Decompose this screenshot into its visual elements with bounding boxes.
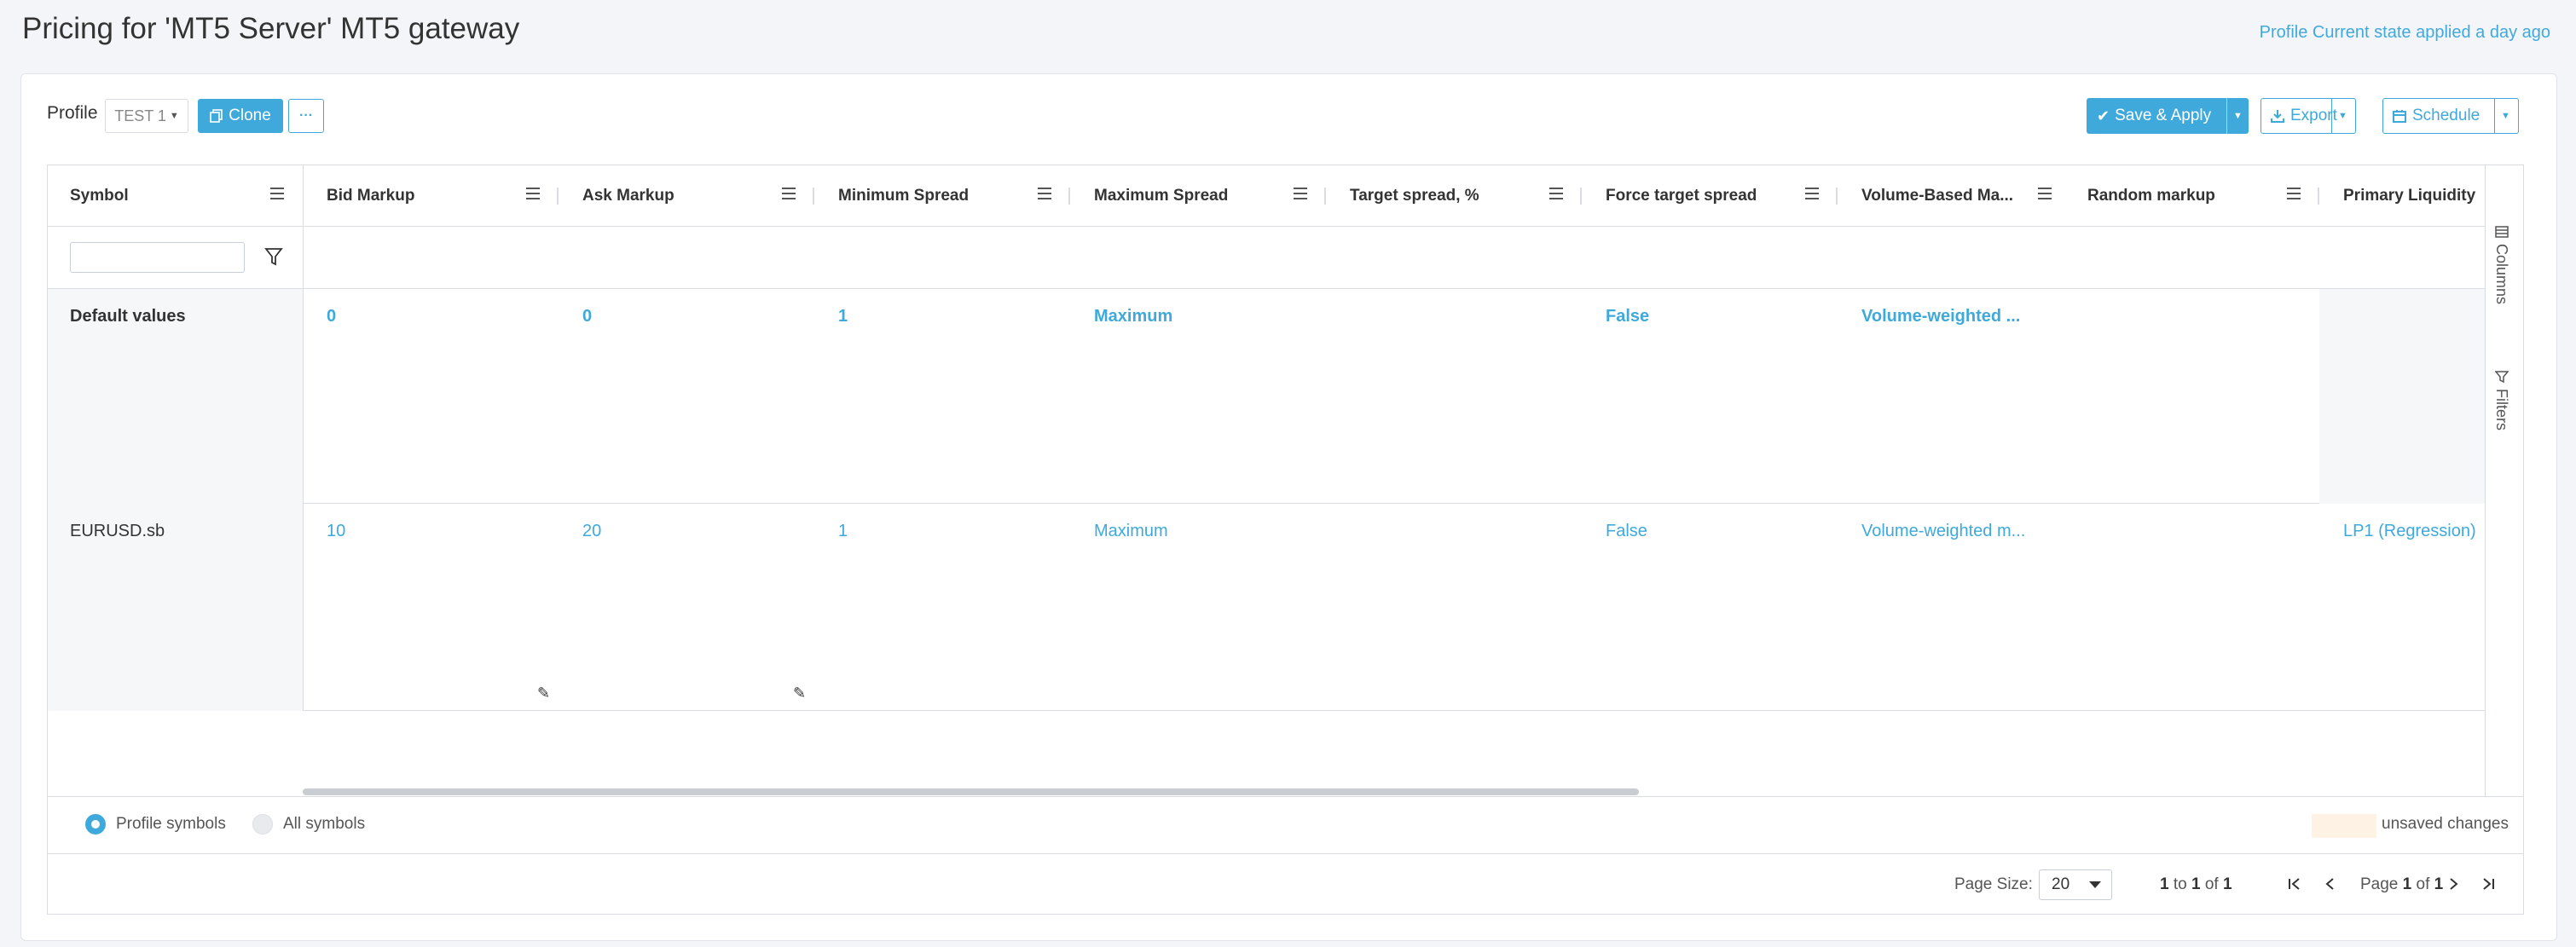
more-button[interactable]: ··· (288, 99, 324, 133)
default-volume-based-cell[interactable]: Volume-weighted ... (1861, 307, 2049, 326)
column-menu-icon[interactable] (1549, 188, 1563, 199)
col-header-target-spread[interactable]: Target spread, % (1326, 165, 1582, 227)
grid-filter-row (48, 227, 2486, 289)
last-page-icon[interactable] (2478, 872, 2500, 896)
save-apply-label: Save & Apply (2115, 107, 2212, 124)
page-title: Pricing for 'MT5 Server' MT5 gateway (22, 12, 520, 45)
primary-liquidity-cell[interactable]: LP1 (Regression) (2343, 522, 2486, 541)
funnel-icon[interactable] (264, 245, 283, 268)
col-header-bid-markup[interactable]: Bid Markup (303, 165, 559, 227)
previous-page-icon[interactable] (2319, 872, 2342, 896)
save-apply-dropdown-caret-icon[interactable]: ▼ (2233, 111, 2243, 121)
first-page-icon[interactable] (2283, 872, 2305, 896)
pricing-card: Profile TEST 1 ▼ Clone ··· ✔ Save & Appl… (20, 73, 2557, 941)
filters-label: Filters (2493, 389, 2510, 430)
page-indicator: Page 1 of 1 (2360, 875, 2444, 893)
col-header-minimum-spread[interactable]: Minimum Spread (814, 165, 1070, 227)
default-symbol-cell: Default values (70, 307, 186, 326)
profile-symbols-radio[interactable] (85, 814, 106, 834)
export-button[interactable]: Export ▼ (2261, 98, 2356, 134)
side-panel: Columns Filters (2485, 165, 2523, 796)
funnel-icon (2494, 371, 2509, 384)
column-menu-icon[interactable] (526, 188, 540, 199)
columns-label: Columns (2493, 244, 2510, 305)
column-menu-icon[interactable] (270, 188, 284, 199)
table-row: EURUSD.sb 10 ✎ 20 ✎ 1 Maximum False Volu… (48, 504, 2486, 711)
caret-down-icon: ▼ (169, 111, 179, 121)
horizontal-scrollbar[interactable] (303, 788, 1639, 795)
export-label: Export (2290, 107, 2337, 124)
col-header-ask-markup[interactable]: Ask Markup (559, 165, 814, 227)
export-dropdown-caret-icon[interactable]: ▼ (2338, 111, 2347, 121)
bid-markup-cell[interactable]: 10 (327, 522, 345, 541)
col-header-primary-liquidity[interactable]: Primary Liquidity (2319, 165, 2490, 227)
unsaved-legend-label: unsaved changes (2382, 815, 2509, 833)
column-menu-icon[interactable] (1805, 188, 1819, 199)
profile-symbols-label[interactable]: Profile symbols (116, 815, 226, 834)
profile-label: Profile (47, 103, 98, 123)
check-icon: ✔ (2097, 107, 2110, 124)
filters-tab[interactable]: Filters (2492, 370, 2510, 430)
default-ask-markup-cell[interactable]: 0 (582, 307, 592, 326)
default-force-target-cell[interactable]: False (1606, 307, 1649, 326)
row-range-summary: 1 to 1 of 1 (2160, 875, 2232, 893)
column-menu-icon[interactable] (1038, 188, 1051, 199)
pencil-icon[interactable]: ✎ (537, 684, 550, 702)
grid-header-row: Symbol Bid Markup Ask Markup Minimum Spr… (48, 165, 2486, 227)
column-menu-icon[interactable] (2287, 188, 2301, 199)
profile-status-link[interactable]: Profile Current state applied a day ago (2260, 23, 2550, 43)
col-header-random-markup[interactable]: Random markup (2064, 165, 2319, 227)
min-spread-cell[interactable]: 1 (838, 522, 848, 541)
symbol-cell: EURUSD.sb (70, 522, 165, 540)
copy-icon (210, 109, 223, 123)
page-size-select[interactable]: 20 (2039, 869, 2112, 900)
force-target-cell[interactable]: False (1606, 522, 1647, 541)
symbol-scope-bar: Profile symbols All symbols unsaved chan… (48, 796, 2523, 854)
col-header-force-target-spread[interactable]: Force target spread (1582, 165, 1838, 227)
save-apply-button[interactable]: ✔ Save & Apply ▼ (2087, 98, 2249, 134)
schedule-dropdown-caret-icon[interactable]: ▼ (2501, 111, 2510, 121)
schedule-label: Schedule (2412, 107, 2480, 124)
symbol-filter-input[interactable] (70, 242, 245, 273)
default-min-spread-cell[interactable]: 1 (838, 307, 848, 326)
pencil-icon[interactable]: ✎ (793, 684, 806, 702)
volume-based-cell[interactable]: Volume-weighted m... (1861, 522, 2049, 541)
default-bid-markup-cell[interactable]: 0 (327, 307, 336, 326)
clone-label: Clone (229, 107, 271, 124)
col-header-volume-based[interactable]: Volume-Based Ma... (1838, 165, 2064, 227)
column-menu-icon[interactable] (782, 188, 796, 199)
max-spread-cell[interactable]: Maximum (1094, 522, 1168, 541)
schedule-button[interactable]: Schedule ▼ (2382, 98, 2519, 134)
col-header-maximum-spread[interactable]: Maximum Spread (1070, 165, 1326, 227)
column-menu-icon[interactable] (1294, 188, 1307, 199)
default-max-spread-cell[interactable]: Maximum (1094, 307, 1172, 326)
clone-button[interactable]: Clone (198, 99, 283, 133)
page-size-label: Page Size: (1954, 875, 2033, 893)
col-header-symbol[interactable]: Symbol (48, 165, 303, 227)
pricing-grid: Symbol Bid Markup Ask Markup Minimum Spr… (47, 165, 2524, 915)
all-symbols-radio[interactable] (252, 814, 273, 834)
download-icon (2271, 110, 2284, 123)
profile-select-value: TEST 1 (114, 107, 166, 124)
pagination-bar: Page Size: 20 1 to 1 of 1 Page 1 of 1 (48, 854, 2523, 914)
columns-icon (2494, 226, 2509, 238)
default-values-row: Default values 0 0 1 Maximum False Volum… (48, 289, 2486, 504)
all-symbols-label[interactable]: All symbols (283, 815, 365, 834)
ask-markup-cell[interactable]: 20 (582, 522, 601, 541)
next-page-icon[interactable] (2442, 872, 2464, 896)
unsaved-legend-swatch (2312, 814, 2376, 838)
profile-select[interactable]: TEST 1 ▼ (105, 99, 188, 133)
columns-tab[interactable]: Columns (2492, 225, 2510, 304)
page-size-value: 20 (2052, 875, 2070, 893)
column-menu-icon[interactable] (2038, 188, 2052, 199)
ellipsis-icon: ··· (299, 108, 313, 123)
calendar-icon (2393, 110, 2406, 123)
